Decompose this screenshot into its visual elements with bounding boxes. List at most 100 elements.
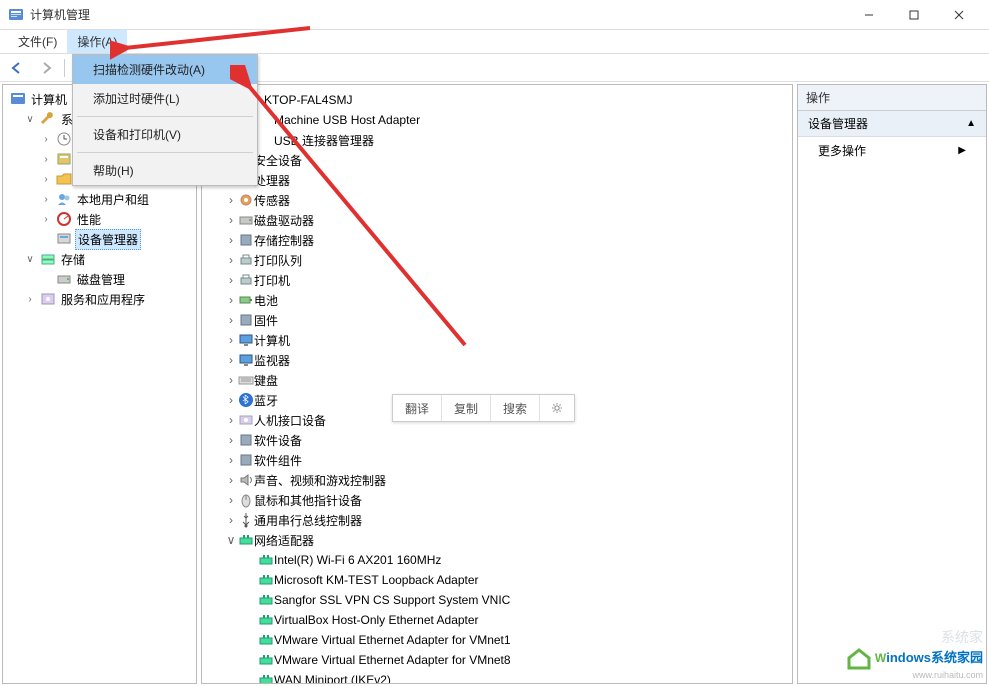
category-icon xyxy=(238,352,254,368)
chevron-icon[interactable]: › xyxy=(224,453,238,467)
title-bar: 计算机管理 xyxy=(0,0,989,30)
search-button[interactable]: 搜索 xyxy=(491,395,540,421)
chevron-right-icon[interactable]: › xyxy=(39,194,53,205)
chevron-icon[interactable]: › xyxy=(224,293,238,307)
chevron-icon[interactable]: › xyxy=(224,333,238,347)
event-icon xyxy=(56,151,72,167)
chevron-icon[interactable]: › xyxy=(224,193,238,207)
chevron-icon[interactable]: › xyxy=(224,273,238,287)
menu-action[interactable]: 操作(A) xyxy=(67,30,127,53)
network-adapter-item[interactable]: Sangfor SSL VPN CS Support System VNIC xyxy=(244,590,790,610)
menu-add-hardware[interactable]: 添加过时硬件(L) xyxy=(73,84,257,113)
category-icon xyxy=(238,452,254,468)
device-category[interactable]: › 软件设备 xyxy=(224,430,790,450)
device-category[interactable]: › 处理器 xyxy=(224,170,790,190)
chevron-icon[interactable]: › xyxy=(224,253,238,267)
chevron-right-icon[interactable]: › xyxy=(39,174,53,185)
chevron-icon[interactable]: › xyxy=(224,493,238,507)
close-button[interactable] xyxy=(936,0,981,29)
menu-file[interactable]: 文件(F) xyxy=(8,30,67,53)
device-category[interactable]: › 安全设备 xyxy=(224,150,790,170)
menu-scan-hardware[interactable]: 扫描检测硬件改动(A) xyxy=(73,55,257,84)
network-adapter-item[interactable]: VMware Virtual Ethernet Adapter for VMne… xyxy=(244,630,790,650)
device-category[interactable]: › 存储控制器 xyxy=(224,230,790,250)
tree-disk[interactable]: 磁盘管理 xyxy=(35,269,196,289)
translate-button[interactable]: 翻译 xyxy=(393,395,442,421)
device-category[interactable]: › 打印队列 xyxy=(224,250,790,270)
device-category[interactable]: › 通用串行总线控制器 xyxy=(224,510,790,530)
device-category[interactable]: › 键盘 xyxy=(224,370,790,390)
perf-icon xyxy=(56,211,72,227)
tree-perf[interactable]: ›性能 xyxy=(35,209,196,229)
device-category[interactable]: › 声音、视频和游戏控制器 xyxy=(224,470,790,490)
device-category[interactable]: › 鼠标和其他指针设备 xyxy=(224,490,790,510)
network-adapter-icon xyxy=(258,652,274,668)
users-icon xyxy=(56,191,72,207)
device-root[interactable]: KTOP-FAL4SMJ xyxy=(204,90,790,110)
tree-services[interactable]: › 服务和应用程序 xyxy=(19,289,196,309)
chevron-icon[interactable]: › xyxy=(224,233,238,247)
device-category[interactable]: ∨ 网络适配器 xyxy=(224,530,790,550)
chevron-icon[interactable]: › xyxy=(224,313,238,327)
device-category[interactable]: › 磁盘驱动器 xyxy=(224,210,790,230)
actions-section[interactable]: 设备管理器 ▲ xyxy=(798,111,986,137)
device-category[interactable]: › 电池 xyxy=(224,290,790,310)
actions-header: 操作 xyxy=(798,85,986,111)
network-adapter-icon xyxy=(258,552,274,568)
floating-toolbar: 翻译 复制 搜索 xyxy=(392,394,575,422)
chevron-icon[interactable]: › xyxy=(224,353,238,367)
device-category[interactable]: › 监视器 xyxy=(224,350,790,370)
chevron-icon[interactable]: › xyxy=(224,413,238,427)
menu-devices-printers[interactable]: 设备和打印机(V) xyxy=(73,120,257,149)
menu-help[interactable]: 帮助(H) xyxy=(73,156,257,185)
device-category[interactable]: › 固件 xyxy=(224,310,790,330)
toolbar-separator xyxy=(64,59,65,77)
category-icon xyxy=(238,292,254,308)
chevron-icon[interactable]: › xyxy=(224,513,238,527)
network-adapter-item[interactable]: Microsoft KM-TEST Loopback Adapter xyxy=(244,570,790,590)
maximize-button[interactable] xyxy=(891,0,936,29)
chevron-right-icon[interactable]: › xyxy=(39,214,53,225)
chevron-icon[interactable]: › xyxy=(224,373,238,387)
chevron-right-icon[interactable]: › xyxy=(39,154,53,165)
expander-icon[interactable]: ∨ xyxy=(23,114,37,125)
cat-usb-connector[interactable]: USB 连接器管理器 xyxy=(274,130,790,150)
device-category[interactable]: › 软件组件 xyxy=(224,450,790,470)
chevron-icon[interactable]: › xyxy=(224,393,238,407)
network-adapter-item[interactable]: VMware Virtual Ethernet Adapter for VMne… xyxy=(244,650,790,670)
network-adapter-item[interactable]: WAN Miniport (IKEv2) xyxy=(244,670,790,684)
chevron-icon[interactable]: › xyxy=(224,433,238,447)
collapse-arrow-icon[interactable]: ▲ xyxy=(966,118,976,129)
settings-button[interactable] xyxy=(540,395,574,421)
device-category[interactable]: › 传感器 xyxy=(224,190,790,210)
expander-icon[interactable]: ∨ xyxy=(23,254,37,265)
chevron-icon[interactable]: ∨ xyxy=(224,533,238,547)
category-icon xyxy=(238,492,254,508)
gear-icon xyxy=(552,401,562,415)
minimize-button[interactable] xyxy=(846,0,891,29)
network-adapter-item[interactable]: VirtualBox Host-Only Ethernet Adapter xyxy=(244,610,790,630)
tree-devmgr[interactable]: 设备管理器 xyxy=(35,229,196,249)
chevron-right-icon[interactable]: › xyxy=(39,134,53,145)
copy-button[interactable]: 复制 xyxy=(442,395,491,421)
network-adapter-icon xyxy=(258,672,274,684)
chevron-right-icon[interactable]: › xyxy=(23,294,37,305)
category-icon xyxy=(238,432,254,448)
watermark: 系统家 Windows系统家园 www.ruihaitu.com xyxy=(846,627,983,680)
network-adapter-icon xyxy=(258,572,274,588)
forward-button[interactable] xyxy=(34,57,58,79)
services-icon xyxy=(40,291,56,307)
action-dropdown: 扫描检测硬件改动(A) 添加过时硬件(L) 设备和打印机(V) 帮助(H) xyxy=(72,54,258,186)
tree-users[interactable]: ›本地用户和组 xyxy=(35,189,196,209)
chevron-icon[interactable]: › xyxy=(224,473,238,487)
actions-more[interactable]: 更多操作 ▶ xyxy=(798,137,986,164)
device-category[interactable]: › 计算机 xyxy=(224,330,790,350)
network-adapter-item[interactable]: Intel(R) Wi-Fi 6 AX201 160MHz xyxy=(244,550,790,570)
tree-storage[interactable]: ∨ 存储 xyxy=(19,249,196,269)
actions-panel: 操作 设备管理器 ▲ 更多操作 ▶ xyxy=(797,84,987,684)
chevron-icon[interactable]: › xyxy=(224,213,238,227)
category-icon xyxy=(238,232,254,248)
back-button[interactable] xyxy=(6,57,30,79)
cat-usb-host[interactable]: Machine USB Host Adapter xyxy=(274,110,790,130)
device-category[interactable]: › 打印机 xyxy=(224,270,790,290)
